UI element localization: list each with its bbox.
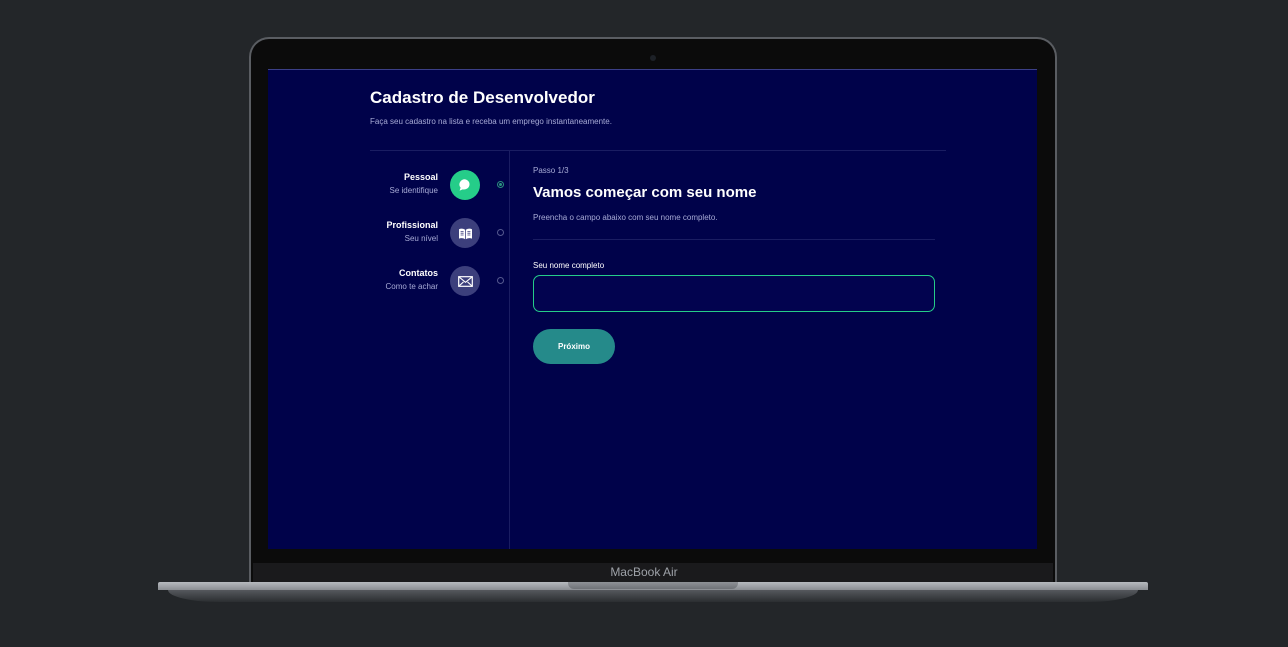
step-indicator-dot	[497, 181, 504, 188]
form-description: Preencha o campo abaixo com seu nome com…	[533, 213, 718, 222]
form-title: Vamos começar com seu nome	[533, 184, 757, 201]
step-description: Seu nível	[404, 234, 438, 243]
step-description: Como te achar	[385, 282, 438, 291]
step-description: Se identifique	[389, 186, 438, 195]
open-book-icon	[450, 218, 480, 248]
header-divider	[370, 150, 946, 151]
stage: Cadastro de Desenvolvedor Faça seu cadas…	[0, 0, 1288, 647]
step-profissional[interactable]: Profissional Seu nível	[368, 218, 508, 254]
step-title: Pessoal	[403, 172, 438, 182]
name-field-label: Seu nome completo	[533, 261, 605, 270]
webcam	[650, 55, 656, 61]
full-name-input[interactable]	[533, 275, 935, 312]
step-indicator-dot	[497, 277, 504, 284]
next-button[interactable]: Próximo	[533, 329, 615, 364]
step-title: Profissional	[386, 220, 438, 230]
chat-bubble-icon	[450, 170, 480, 200]
page-title: Cadastro de Desenvolvedor	[370, 88, 595, 107]
step-indicator-dot	[497, 229, 504, 236]
page-subtitle: Faça seu cadastro na lista e receba um e…	[370, 117, 612, 126]
device-model-label: MacBook Air	[610, 565, 678, 579]
sidebar-divider	[509, 151, 510, 549]
step-text: Profissional Seu nível	[386, 220, 438, 243]
step-text: Pessoal Se identifique	[390, 172, 438, 195]
form-divider	[533, 239, 935, 240]
step-text: Contatos Como te achar	[386, 268, 438, 291]
step-contatos[interactable]: Contatos Como te achar	[368, 266, 508, 302]
step-pessoal[interactable]: Pessoal Se identifique	[368, 170, 508, 206]
mail-envelope-icon	[450, 266, 480, 296]
step-counter: Passo 1/3	[533, 166, 569, 175]
laptop-base-bottom	[168, 590, 1138, 602]
app-screen: Cadastro de Desenvolvedor Faça seu cadas…	[268, 69, 1037, 549]
laptop-hinge-notch	[568, 582, 738, 589]
step-title: Contatos	[399, 268, 438, 278]
